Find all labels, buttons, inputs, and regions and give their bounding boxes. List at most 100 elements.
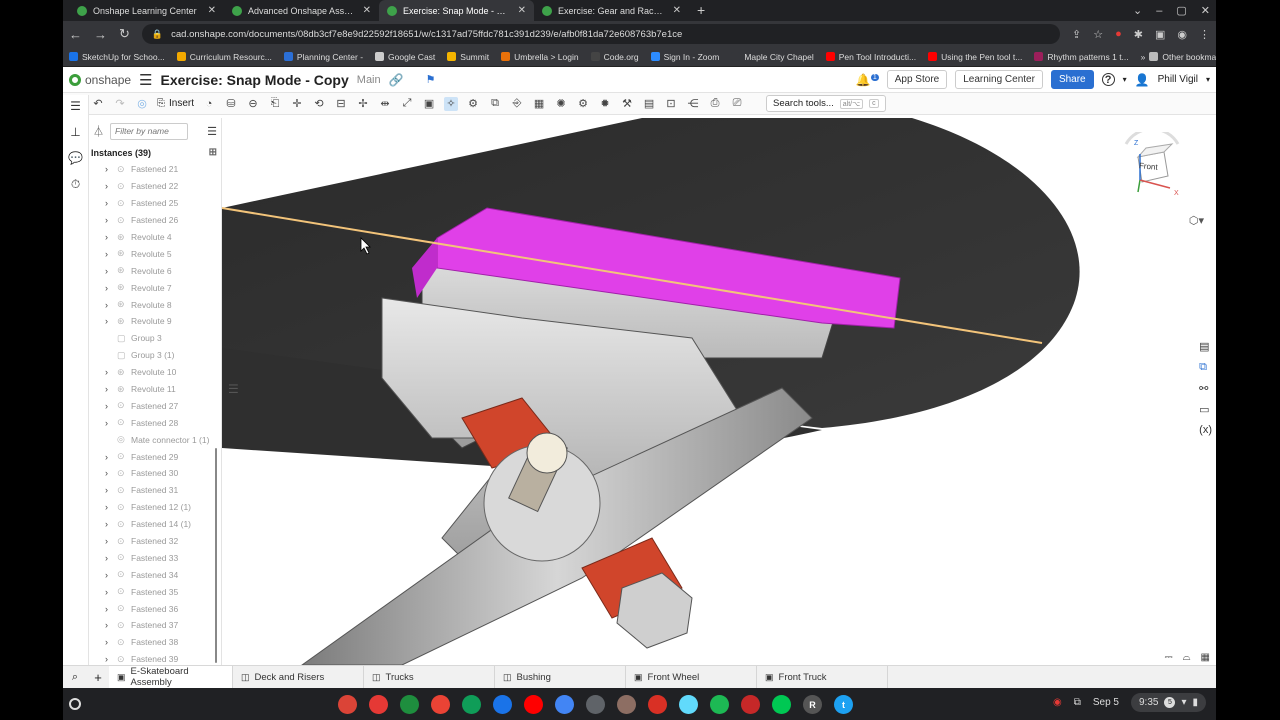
browser-tab[interactable]: Exercise: Gear and Rack and Pin✕ <box>534 0 689 21</box>
instance-row[interactable]: › ⊙ Fastened 14 (1) <box>89 516 221 533</box>
instance-row[interactable]: ▢ Group 3 <box>89 330 221 347</box>
close-tab-icon[interactable]: ✕ <box>673 5 681 16</box>
gallery-icon[interactable] <box>617 695 636 714</box>
expand-chevron-icon[interactable]: › <box>105 553 113 563</box>
profile-icon[interactable]: ◉ <box>1177 28 1187 41</box>
browser-tab-active[interactable]: Exercise: Snap Mode - Copy | E-S✕ <box>379 0 534 21</box>
version-graph-icon[interactable]: ⚑ <box>426 73 436 86</box>
expand-chevron-icon[interactable]: › <box>105 384 113 394</box>
expand-chevron-icon[interactable]: › <box>105 637 113 647</box>
gmail-icon[interactable] <box>431 695 450 714</box>
spotify-icon[interactable] <box>710 695 729 714</box>
instance-row[interactable]: › ⊛ Revolute 10 <box>89 364 221 381</box>
assembly-tool-icon[interactable]: ⛁ <box>224 97 238 111</box>
overview-icon[interactable]: ⧉ <box>1074 697 1081 708</box>
expand-chevron-icon[interactable]: › <box>105 654 113 664</box>
variables-icon[interactable]: ⊥ <box>70 125 80 139</box>
learning-center-button[interactable]: Learning Center <box>955 70 1043 89</box>
tab-part-studio[interactable]: ◫ Deck and Risers <box>233 666 364 688</box>
instance-row[interactable]: › ⊙ Fastened 27 <box>89 397 221 414</box>
classroom-icon[interactable] <box>400 695 419 714</box>
expand-chevron-icon[interactable]: › <box>105 587 113 597</box>
sheets-icon[interactable] <box>462 695 481 714</box>
instance-row[interactable]: › ⊙ Fastened 36 <box>89 600 221 617</box>
bom-icon[interactable]: ⊡ <box>664 97 678 111</box>
tab-search-icon[interactable]: ⌄ <box>1133 4 1142 17</box>
expand-chevron-icon[interactable]: › <box>105 249 113 259</box>
minimize-icon[interactable]: – <box>1156 5 1162 17</box>
user-dropdown-icon[interactable]: ▾ <box>1206 75 1210 84</box>
launcher-icon[interactable] <box>69 698 81 710</box>
instance-row[interactable]: › ⊛ Revolute 11 <box>89 381 221 398</box>
feature-tree-icon[interactable]: ☰ <box>70 99 81 113</box>
new-folder-icon[interactable]: ⊞ <box>209 147 217 158</box>
undo-icon[interactable]: ↶ <box>91 97 105 111</box>
settings-icon[interactable] <box>586 695 605 714</box>
table-icon[interactable]: ▦ <box>532 97 546 111</box>
grid-icon[interactable]: ▦ <box>1201 652 1210 663</box>
instance-row[interactable]: › ⊙ Fastened 25 <box>89 195 221 212</box>
bookmark-item[interactable]: Google Cast <box>375 52 435 62</box>
pattern-icon[interactable]: ⎆ <box>510 97 524 111</box>
expand-chevron-icon[interactable]: › <box>105 266 113 276</box>
close-window-icon[interactable]: ✕ <box>1201 4 1210 17</box>
regenerate-icon[interactable]: ◎ <box>135 97 149 111</box>
rack-pinion-icon[interactable]: ⚙ <box>576 97 590 111</box>
instance-row[interactable]: › ⊛ Revolute 7 <box>89 279 221 296</box>
instance-row[interactable]: › ⊙ Fastened 21 <box>89 161 221 178</box>
user-avatar-icon[interactable]: 👤 <box>1135 73 1150 87</box>
extension-record-icon[interactable]: ● <box>1115 28 1122 40</box>
help-icon[interactable]: ? <box>1101 73 1115 86</box>
instance-row[interactable]: › ⊙ Fastened 32 <box>89 533 221 550</box>
tab-assembly[interactable]: ▣ Front Wheel <box>626 666 757 688</box>
group-icon[interactable]: ▣ <box>422 97 436 111</box>
react-icon[interactable] <box>679 695 698 714</box>
side-panel-icon[interactable]: ▣ <box>1155 28 1165 41</box>
list-options-icon[interactable]: ☰ <box>207 125 217 138</box>
configurations-icon[interactable]: ⧉ <box>1199 361 1212 374</box>
measure-icon[interactable]: ▤ <box>642 97 656 111</box>
other-bookmarks[interactable]: »Other bookmarks <box>1141 52 1216 62</box>
screen-record-icon[interactable]: ◉ <box>1053 697 1062 708</box>
measure-tool-icon[interactable]: ⎓ <box>1165 652 1173 663</box>
screw-relation-icon[interactable]: ✹ <box>598 97 612 111</box>
instance-row[interactable]: › ⊙ Fastened 30 <box>89 465 221 482</box>
explode-icon[interactable]: ⚙ <box>466 97 480 111</box>
bookmark-item[interactable]: Umbrella > Login <box>501 52 579 62</box>
instance-row[interactable]: › ⊛ Revolute 5 <box>89 245 221 262</box>
expand-chevron-icon[interactable]: › <box>105 468 113 478</box>
t-icon[interactable]: t <box>834 695 853 714</box>
graphics-viewport[interactable]: Front Z X ⬡▾ ▤ ⧉ ⚯ ▭ (x) ☰ ⎓ ⌓ ▦ <box>222 118 1216 665</box>
close-tab-icon[interactable]: ✕ <box>208 5 216 16</box>
planar-mate-icon[interactable]: ✢ <box>356 97 370 111</box>
filter-icon[interactable]: ⏃ <box>93 123 104 139</box>
rocket-icon[interactable] <box>648 695 667 714</box>
bom-panel-icon[interactable]: ▭ <box>1199 403 1212 416</box>
bookmark-star-icon[interactable]: ☆ <box>1093 28 1103 41</box>
share-button[interactable]: Share <box>1050 70 1094 89</box>
instances-header[interactable]: Instances (39) ⊞ <box>89 144 221 161</box>
user-name[interactable]: Phill Vigil <box>1158 74 1198 85</box>
back-icon[interactable]: ← <box>69 27 82 42</box>
linear-relation-icon[interactable]: ⚒ <box>620 97 634 111</box>
view-cube[interactable]: Front Z X <box>1116 127 1186 202</box>
document-title[interactable]: Exercise: Snap Mode - Copy <box>161 72 349 88</box>
mate-connector-icon[interactable]: ◔ <box>202 97 216 111</box>
bookmark-item[interactable]: SketchUp for Schoo... <box>69 52 165 62</box>
expand-chevron-icon[interactable]: › <box>105 401 113 411</box>
bookmark-item[interactable]: Summit <box>447 52 489 62</box>
instance-row[interactable]: › ⊙ Fastened 31 <box>89 482 221 499</box>
r-icon[interactable]: R <box>803 695 822 714</box>
bookmark-item[interactable]: Sign In - Zoom <box>650 52 719 62</box>
view-options-icon[interactable]: ⬡▾ <box>1189 214 1204 227</box>
view-cube-face-label[interactable]: Front <box>1139 161 1158 172</box>
more-tools-icon[interactable]: ⋲ <box>686 97 700 111</box>
transform-icon[interactable]: ⎗ <box>268 97 282 111</box>
fastened-mate-icon[interactable]: ✛ <box>290 97 304 111</box>
files-icon[interactable] <box>493 695 512 714</box>
link-icon[interactable]: 🔗 <box>389 73 404 87</box>
instance-row[interactable]: ◎ Mate connector 1 (1) <box>89 431 221 448</box>
gear-relation-icon[interactable]: ✺ <box>554 97 568 111</box>
instance-row[interactable]: › ⊙ Fastened 37 <box>89 617 221 634</box>
instance-row[interactable]: › ⊙ Fastened 38 <box>89 634 221 651</box>
